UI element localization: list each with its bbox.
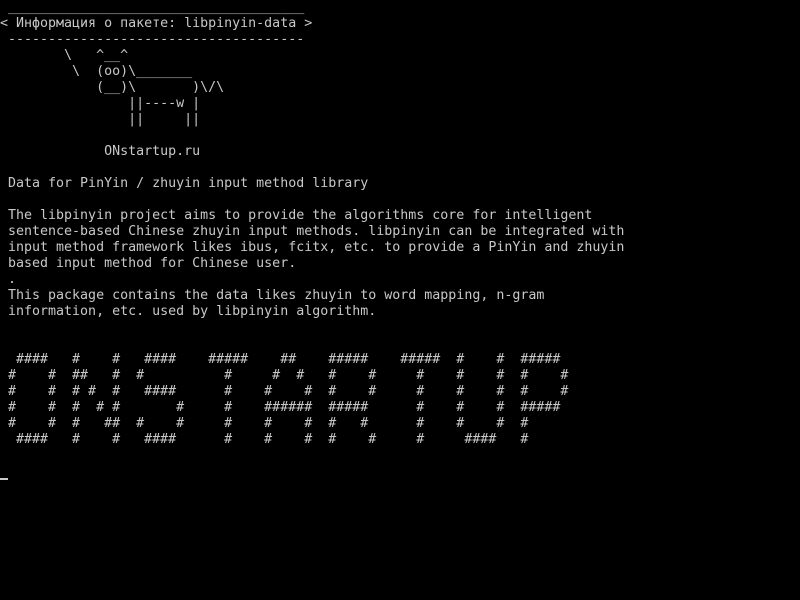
terminal-line: input method framework likes ibus, fcitx… xyxy=(0,240,625,255)
terminal-line: #### # # #### ##### ## ##### ##### # # #… xyxy=(0,352,561,367)
terminal-line: # # # # # # # ###### ##### # # # ##### xyxy=(0,400,561,415)
terminal-output: _____________________________________ < … xyxy=(0,0,624,464)
terminal-line: ONstartup.ru xyxy=(0,144,201,159)
terminal-line: ------------------------------------- xyxy=(0,32,305,47)
terminal-line: _____________________________________ xyxy=(0,0,305,15)
terminal-line: This package contains the data likes zhu… xyxy=(0,288,545,303)
terminal-line: The libpinyin project aims to provide th… xyxy=(0,208,593,223)
terminal-line: Data for PinYin / zhuyin input method li… xyxy=(0,176,369,191)
terminal-line: \ ^__^ xyxy=(0,48,129,63)
terminal-line: # # ## # # # # # # # # # # # # xyxy=(0,368,569,383)
terminal-line: \ (oo)\_______ xyxy=(0,64,193,79)
terminal-line: based input method for Chinese user. xyxy=(0,256,297,271)
terminal-line: #### # # #### # # # # # # #### # xyxy=(0,432,529,447)
terminal-screen[interactable]: _____________________________________ < … xyxy=(0,0,800,600)
terminal-line: ||----w | xyxy=(0,96,201,111)
terminal-line: # # # ## # # # # # # # # # # # xyxy=(0,416,529,431)
terminal-line: . xyxy=(0,272,17,287)
terminal-line: sentence-based Chinese zhuyin input meth… xyxy=(0,224,625,239)
terminal-line: (__)\ )\/\ xyxy=(0,80,225,95)
text-cursor xyxy=(0,478,8,480)
terminal-line: < Информация о пакете: libpinyin-data > xyxy=(0,16,313,31)
terminal-line: information, etc. used by libpinyin algo… xyxy=(0,304,377,319)
terminal-line: # # # # # #### # # # # # # # # # # xyxy=(0,384,569,399)
terminal-line: || || xyxy=(0,112,201,127)
